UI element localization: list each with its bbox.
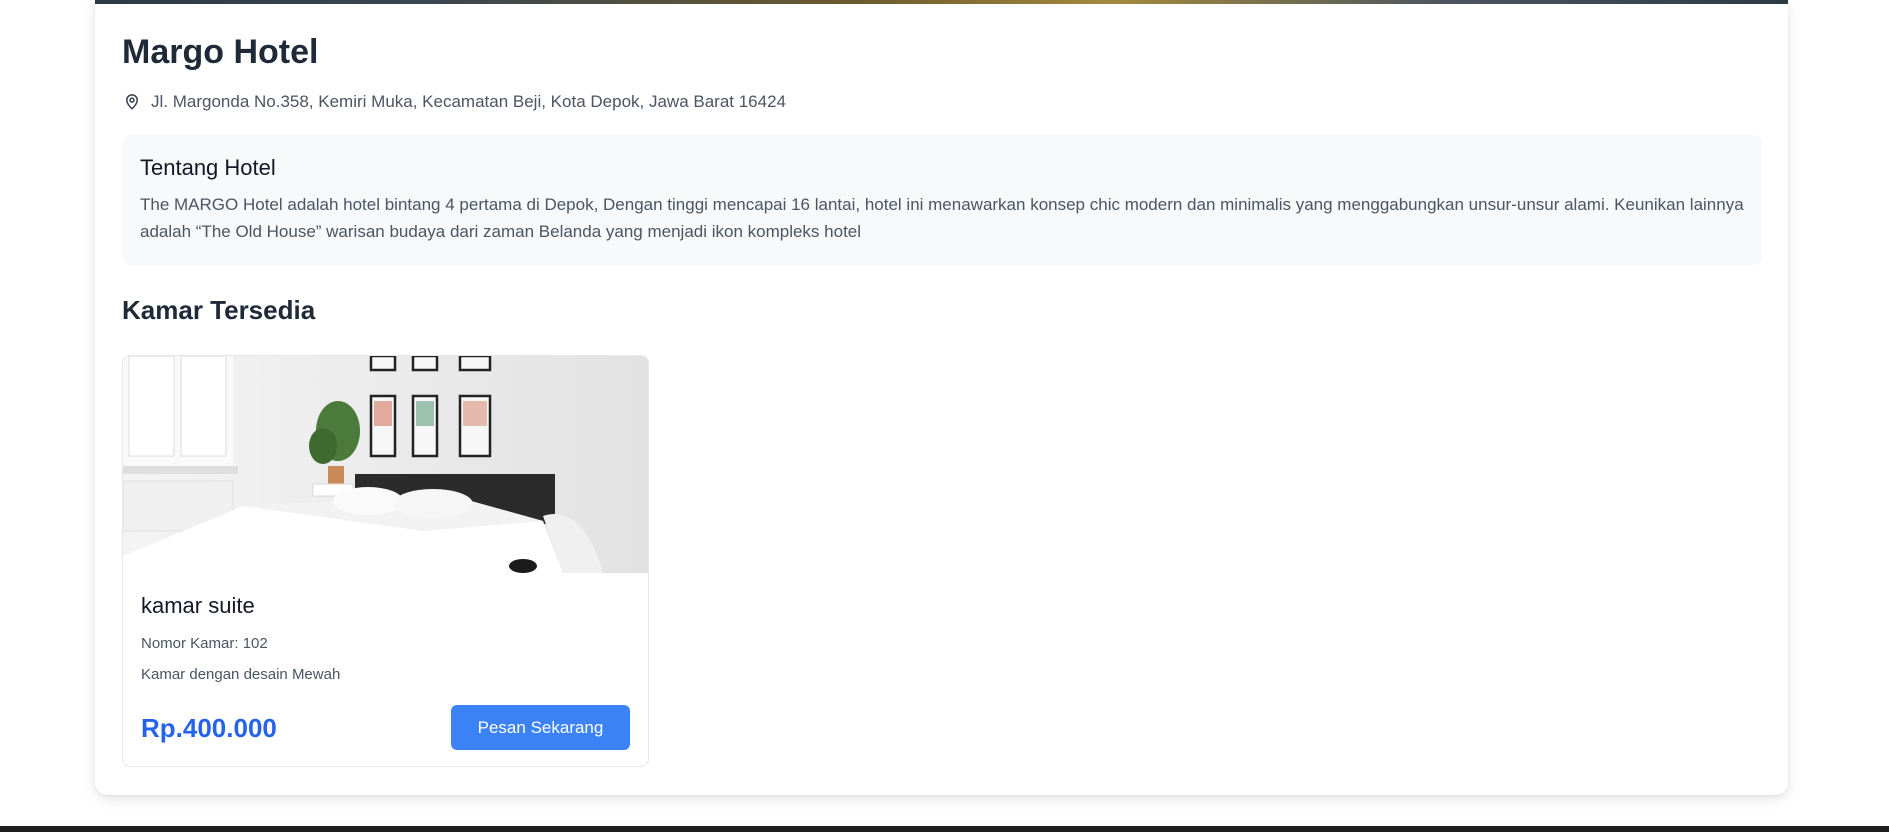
bottom-edge bbox=[0, 826, 1889, 832]
room-number: Nomor Kamar: 102 bbox=[141, 635, 268, 652]
hotel-detail-card: Margo Hotel Jl. Margonda No.358, Kemiri … bbox=[95, 0, 1788, 795]
room-description: Kamar dengan desain Mewah bbox=[141, 666, 341, 683]
rooms-heading: Kamar Tersedia bbox=[122, 295, 316, 325]
about-description: The MARGO Hotel adalah hotel bintang 4 p… bbox=[140, 195, 1744, 241]
book-now-button[interactable]: Pesan Sekarang bbox=[451, 705, 630, 750]
room-name: kamar suite bbox=[141, 593, 255, 618]
hero-image-edge bbox=[95, 0, 1788, 4]
map-pin-icon bbox=[123, 92, 141, 112]
hotel-title: Margo Hotel bbox=[122, 33, 319, 71]
about-section: Tentang Hotel The MARGO Hotel adalah hot… bbox=[122, 135, 1762, 265]
room-card: kamar suite Nomor Kamar: 102 Kamar denga… bbox=[122, 355, 649, 767]
address-text: Jl. Margonda No.358, Kemiri Muka, Kecama… bbox=[151, 92, 787, 111]
hotel-address: Jl. Margonda No.358, Kemiri Muka, Kecama… bbox=[123, 92, 786, 112]
about-title: Tentang Hotel bbox=[140, 155, 276, 180]
room-details: kamar suite Nomor Kamar: 102 Kamar denga… bbox=[123, 573, 648, 766]
room-price: Rp.400.000 bbox=[141, 713, 277, 743]
room-photo bbox=[123, 356, 648, 573]
